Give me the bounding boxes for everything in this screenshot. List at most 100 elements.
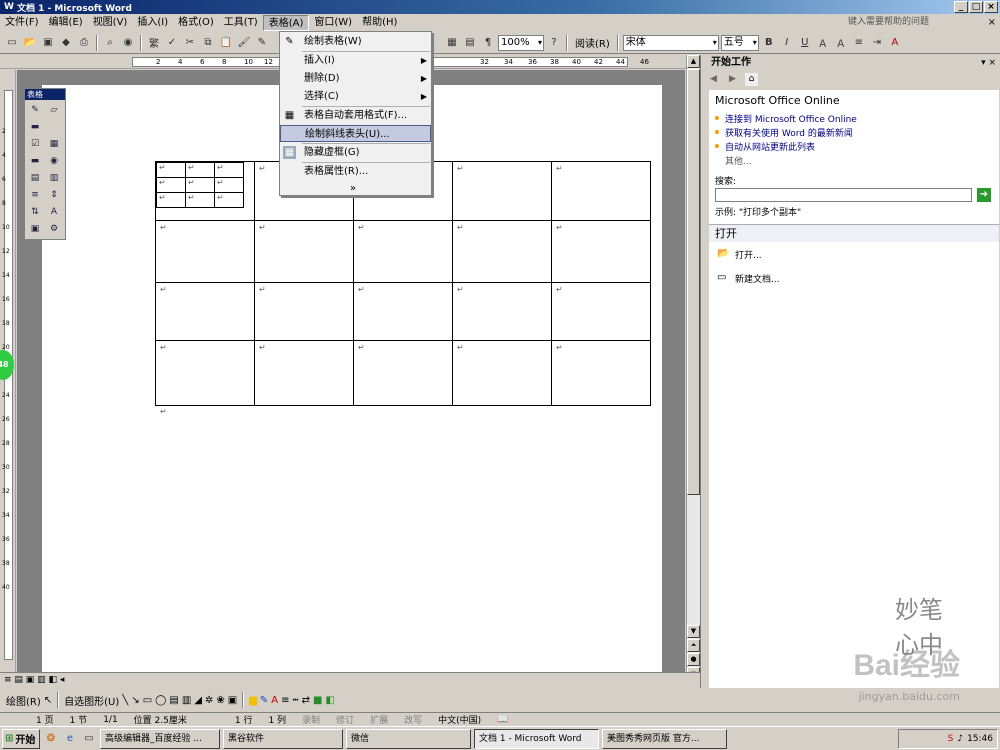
diagram-icon[interactable]: ✲: [205, 695, 213, 706]
nested-cell[interactable]: ↵: [156, 192, 186, 208]
task-meitu[interactable]: 美图秀秀网页版 官方...: [602, 728, 727, 749]
font-size-select[interactable]: 五号: [720, 34, 759, 51]
task-heigu[interactable]: 黑谷软件: [223, 728, 343, 749]
tray-icon[interactable]: S: [948, 734, 954, 744]
traditional-chinese-icon[interactable]: 繁: [146, 35, 162, 51]
show-marks-icon[interactable]: ¶: [480, 35, 496, 51]
menu-draw-diagonal-header[interactable]: 绘制斜线表头(U)...: [280, 125, 431, 142]
shadow-icon[interactable]: ■: [313, 695, 322, 706]
open-icon[interactable]: 📂: [22, 35, 38, 51]
paste-icon[interactable]: 📋: [218, 35, 234, 51]
volume-icon[interactable]: ♪: [957, 734, 963, 744]
radio-icon[interactable]: ◉: [46, 153, 62, 169]
char-border-icon[interactable]: Ａ: [815, 35, 831, 51]
line-color-icon[interactable]: ✎: [260, 695, 268, 706]
sort-icon[interactable]: ⇅: [27, 204, 43, 220]
scroll-thumb[interactable]: [687, 69, 700, 495]
print-icon[interactable]: ⎙: [76, 35, 92, 51]
rectangle-icon[interactable]: ▭: [143, 695, 152, 706]
menu-expand-button[interactable]: »: [280, 180, 431, 197]
spelling-icon[interactable]: ✓: [164, 35, 180, 51]
checkbox-icon[interactable]: ☑: [27, 136, 43, 152]
table-cell[interactable]: ↵: [452, 340, 552, 406]
zoom-select[interactable]: 100%: [498, 34, 544, 51]
new-doc-icon[interactable]: ▭: [4, 35, 20, 51]
view-buttons[interactable]: ≡ ▤ ▣ ▥ ◧ ◂: [4, 675, 64, 685]
minimize-button[interactable]: _: [954, 1, 968, 13]
menu-help[interactable]: 帮助(H): [357, 15, 402, 31]
nested-cell[interactable]: ↵: [214, 177, 244, 193]
menu-table-properties[interactable]: 表格属性(R)...: [280, 163, 431, 180]
table-cell[interactable]: ↵: [155, 282, 255, 341]
3d-icon[interactable]: ◧: [325, 695, 334, 706]
browse-object-button[interactable]: ●: [687, 653, 700, 666]
link-auto-update[interactable]: 自动从网站更新此列表: [725, 140, 815, 153]
menu-edit[interactable]: 编辑(E): [44, 15, 88, 31]
search-go-button[interactable]: ➜: [977, 188, 991, 202]
status-rec[interactable]: 录制: [294, 713, 328, 726]
drawing-toggle-icon[interactable]: ▦: [444, 35, 460, 51]
vertical-ruler[interactable]: 2 4 6 8 10 12 14 16 18 20 22 24 26 28 30…: [0, 70, 16, 672]
image-icon[interactable]: ▣: [27, 221, 43, 237]
research-icon[interactable]: ◉: [120, 35, 136, 51]
link-new-document[interactable]: 新建文档...: [735, 272, 780, 285]
table-cell[interactable]: ↵: [155, 340, 255, 406]
table-cell[interactable]: ↵: [551, 161, 651, 221]
table-cell[interactable]: ↵ ↵ ↵ ↵ ↵ ↵ ↵ ↵ ↵: [155, 161, 255, 221]
scroll-up-button[interactable]: ▲: [687, 55, 700, 68]
shading-icon[interactable]: ▬: [27, 153, 43, 169]
search-input[interactable]: [715, 188, 972, 202]
table-cell[interactable]: ↵: [551, 340, 651, 406]
status-ovr[interactable]: 改写: [396, 713, 430, 726]
menu-autoformat[interactable]: ▦ 表格自动套用格式(F)...: [280, 107, 431, 124]
task-baidu-editor[interactable]: 高级编辑器_百度经验 ...: [100, 728, 220, 749]
back-icon[interactable]: ◀: [707, 73, 720, 86]
vertical-scrollbar[interactable]: ▲ ▼ ⏶ ● ⏷: [686, 55, 700, 680]
table-cell[interactable]: ↵: [551, 282, 651, 341]
help-search-input[interactable]: 键入需要帮助的问题: [848, 16, 960, 29]
draw-table-icon[interactable]: ✎: [27, 102, 43, 118]
menu-file[interactable]: 文件(F): [0, 15, 44, 31]
task-pane-controls[interactable]: ▾ ×: [981, 55, 996, 71]
start-button[interactable]: ⊞ 开始: [2, 728, 40, 749]
table-cell[interactable]: ↵: [353, 220, 453, 283]
menu-table[interactable]: 表格(A): [262, 15, 310, 31]
table-cell[interactable]: ↵: [353, 340, 453, 406]
copy-icon[interactable]: ⧉: [200, 35, 216, 51]
ie-icon[interactable]: e: [62, 731, 78, 747]
nested-cell[interactable]: ↵: [185, 192, 215, 208]
italic-button[interactable]: I: [779, 35, 795, 51]
nested-cell[interactable]: ↵: [185, 177, 215, 193]
menu-hide-gridlines[interactable]: ▦ 隐藏虚框(G): [280, 144, 431, 161]
table-cell[interactable]: ↵: [353, 282, 453, 341]
print-preview-icon[interactable]: ⌕: [102, 35, 118, 51]
nested-cell[interactable]: ↵: [214, 192, 244, 208]
link-latest-news[interactable]: 获取有关使用 Word 的最新新闻: [725, 126, 853, 139]
doc-map-icon[interactable]: ▤: [462, 35, 478, 51]
arrow-icon[interactable]: ↘: [131, 695, 139, 706]
nested-cell[interactable]: ↵: [156, 177, 186, 193]
link-more[interactable]: 其他...: [725, 154, 752, 167]
table-cell[interactable]: ↵: [452, 282, 552, 341]
forward-icon[interactable]: ▶: [726, 73, 739, 86]
wordart-icon[interactable]: ◢: [194, 695, 202, 706]
properties-icon[interactable]: ⚙: [46, 221, 62, 237]
select-objects-icon[interactable]: ↖: [44, 695, 52, 706]
scroll-down-button[interactable]: ▼: [687, 625, 700, 638]
menu-insert-sub[interactable]: 插入(I) ▶: [280, 52, 431, 69]
underline-button[interactable]: U: [797, 35, 813, 51]
vertical-textbox-icon[interactable]: ▥: [182, 695, 191, 706]
nested-cell[interactable]: ↵: [214, 162, 244, 178]
border-icon[interactable]: ▦: [46, 136, 62, 152]
home-icon[interactable]: ⌂: [745, 73, 758, 86]
char-shading-icon[interactable]: Ａ: [833, 35, 849, 51]
table-cell[interactable]: ↵: [452, 161, 552, 221]
table-cell[interactable]: ↵: [254, 282, 354, 341]
text-direction-icon[interactable]: A: [46, 204, 62, 220]
task-wechat[interactable]: 微信: [346, 728, 471, 749]
document-table[interactable]: ↵↵↵ ↵↵↵ ↵↵↵ ↵ ↵ ↵ ↵ ↵ ↵ ↵ ↵ ↵ ↵ ↵: [155, 161, 651, 406]
link-connect-online[interactable]: 连接到 Microsoft Office Online: [725, 112, 857, 125]
align-center-icon[interactable]: ≡: [851, 35, 867, 51]
arrow-style-icon[interactable]: ⇄: [302, 695, 310, 706]
task-word[interactable]: 文档 1 - Microsoft Word: [474, 728, 599, 749]
